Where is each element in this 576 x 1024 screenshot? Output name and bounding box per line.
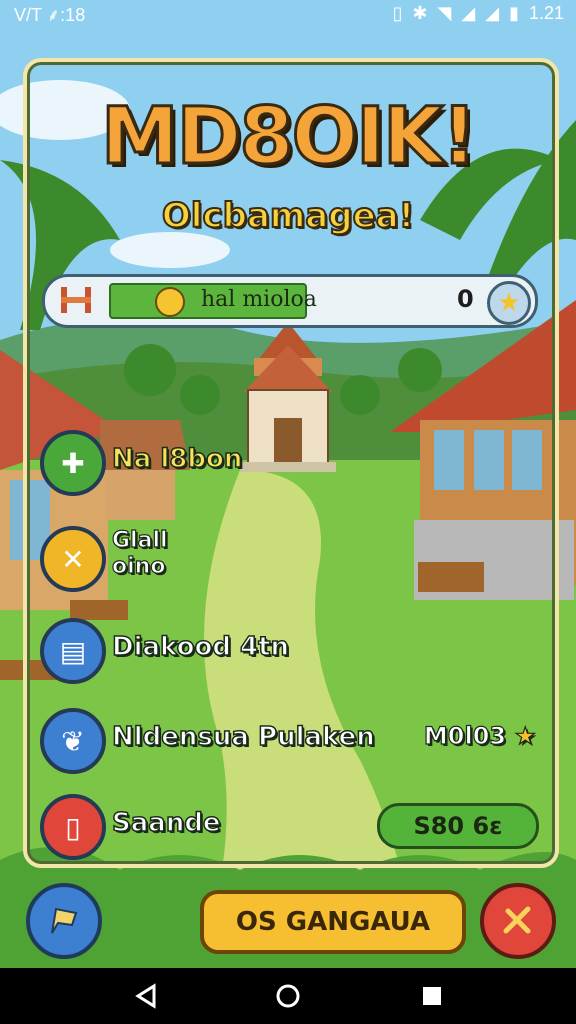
star-icon: ★ (514, 721, 537, 750)
green-value-button[interactable]: S80 6ɛ (377, 803, 539, 849)
reward-badge: M0l03 ★ (423, 721, 537, 750)
game-title: MD8OIK! (100, 91, 479, 184)
progress-label: hal mioloa (201, 287, 317, 312)
menu-item-label: Nldensua Pulaken (111, 721, 375, 753)
notepad-icon: ▤ (40, 618, 106, 684)
bluetooth-icon: ✱ (412, 3, 428, 23)
status-time: 1.21 (528, 3, 564, 23)
bandage-icon: ✚ (40, 430, 106, 496)
progress-count: 0 (457, 285, 474, 313)
signal-icon: ◢ (461, 3, 476, 23)
menu-item-label: Saande (111, 807, 221, 839)
menu-item-first[interactable]: ✚ Na l8bon (40, 430, 540, 496)
map-button[interactable] (26, 883, 102, 959)
android-nav-bar (0, 968, 576, 1024)
star-icon: ★ (497, 288, 521, 318)
wifi-icon: ◥ (437, 3, 452, 23)
game-subtitle: Olcbamagea! (161, 195, 415, 237)
status-right: ▯ ✱ ◥ ◢ ◢ ▮ 1.21 (393, 3, 564, 24)
menu-item-label: Glall oino (111, 527, 168, 580)
coin-icon (155, 287, 185, 317)
main-action-button[interactable]: OS GANGAUA (200, 890, 466, 954)
menu-item-label-line: oino (111, 553, 166, 579)
menu-item-third[interactable]: ▤ Diakood 4tn (40, 618, 540, 684)
back-icon[interactable] (132, 982, 160, 1010)
progress-bar: hal mioloa 0 ★ (42, 274, 538, 328)
phone-icon: ▯ (40, 794, 106, 860)
recents-icon[interactable] (418, 982, 446, 1010)
signal-icon-2: ◢ (485, 3, 500, 23)
tools-button[interactable] (480, 883, 556, 959)
menu-item-fourth[interactable]: ❦ Nldensua Pulaken M0l03 ★ (40, 708, 540, 774)
battery-icon: ▯ (392, 3, 403, 23)
reward-value: M0l03 (423, 721, 507, 750)
hammer-icon: ✕ (40, 526, 106, 592)
battery-level-icon: ▮ (509, 3, 519, 23)
menu-item-second[interactable]: ✕ Glall oino (40, 526, 540, 592)
status-bar: V/T ⸙:18 ▯ ✱ ◥ ◢ ◢ ▮ 1.21 (0, 0, 576, 28)
menu-item-label: Diakood 4tn (111, 631, 290, 663)
menu-item-label: Na l8bon (111, 443, 243, 475)
home-icon[interactable] (274, 982, 302, 1010)
leaf-icon: ❦ (40, 708, 106, 774)
status-left-text: V/T ⸙:18 (14, 5, 86, 25)
ladder-icon (61, 287, 91, 313)
tools-icon (503, 906, 531, 934)
flag-icon (51, 907, 78, 934)
menu-item-label-line: Glall (111, 527, 168, 553)
star-button[interactable]: ★ (487, 281, 531, 325)
